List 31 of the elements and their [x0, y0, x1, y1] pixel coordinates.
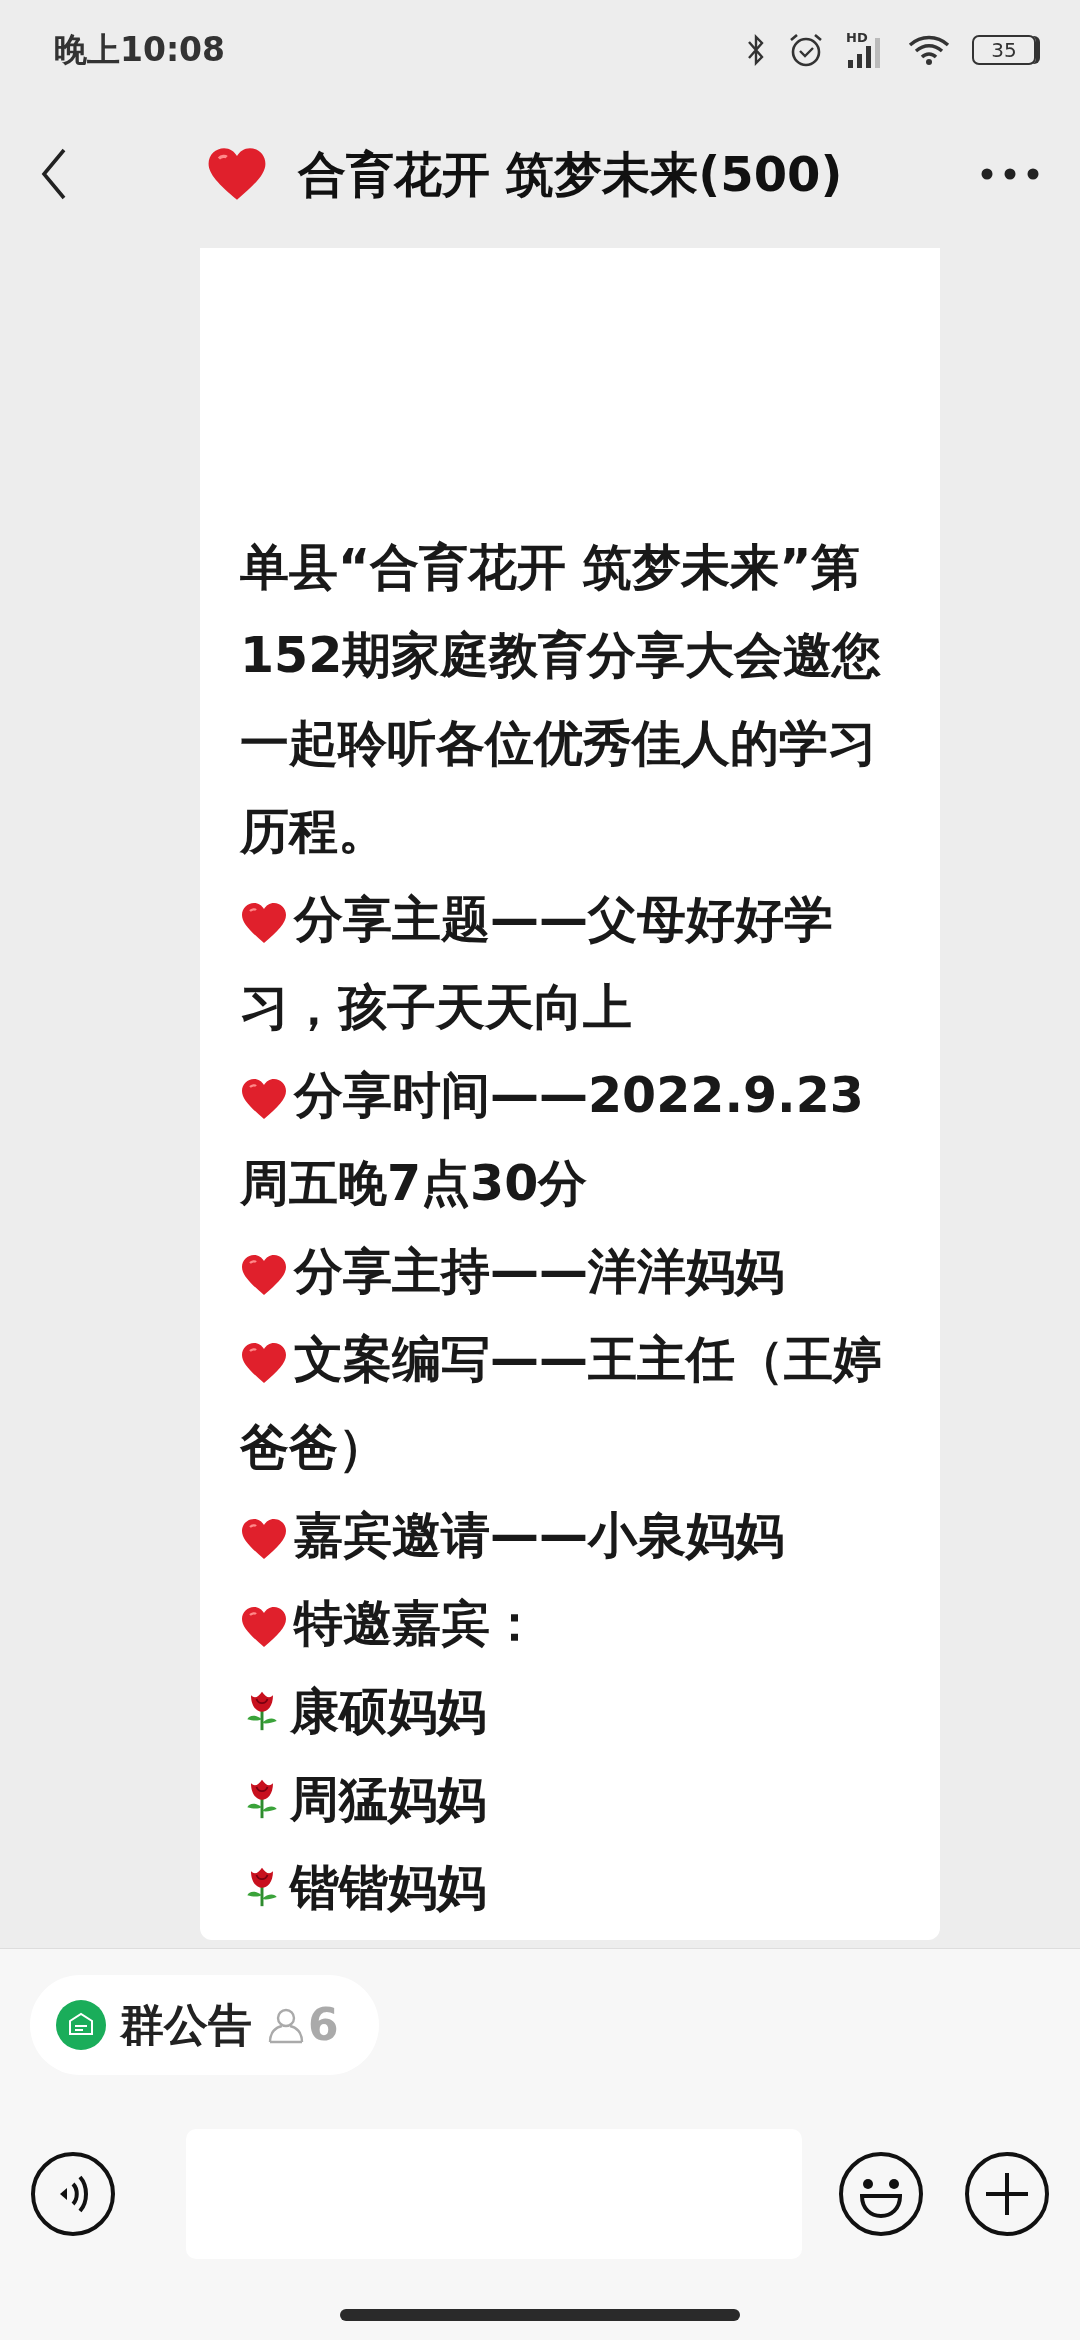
announcement-label: 群公告	[120, 1998, 252, 2052]
more-button[interactable]	[980, 167, 1040, 181]
emoji-button[interactable]	[838, 2151, 924, 2237]
heart-icon	[240, 900, 288, 946]
message-line: 嘉宾邀请——小泉妈妈	[240, 1492, 910, 1580]
heart-icon	[240, 1076, 288, 1122]
message-line: 分享主题——父母好好学习，孩子天天向上	[240, 890, 834, 1038]
bluetooth-icon	[746, 33, 766, 67]
reader-count: 6	[308, 1998, 339, 2052]
message-line: 锴锴妈妈	[240, 1844, 910, 1932]
voice-button[interactable]	[30, 2151, 116, 2237]
message-line: 文案编写——王主任（王婷爸爸）	[240, 1330, 883, 1478]
message-line: 分享时间——2022.9.23周五晚7点30分	[240, 1066, 865, 1214]
add-button[interactable]	[964, 2151, 1050, 2237]
message-line: 康硕妈妈	[240, 1668, 910, 1756]
heart-icon	[240, 1516, 288, 1562]
heart-icon	[240, 1252, 288, 1298]
network-label: HD	[846, 29, 868, 47]
chat-title: 合育花开 筑梦未来(500)	[297, 145, 843, 204]
alarm-icon	[788, 32, 824, 68]
message-line: 单县“合育花开 筑梦未来”第152期家庭教育分享大会邀您一起聆听各位优秀佳人的学习历程。	[240, 538, 883, 862]
heart-icon	[240, 1340, 288, 1386]
wifi-icon	[908, 34, 950, 66]
message-line: 分享主持——洋洋妈妈	[240, 1228, 910, 1316]
message-line: 特邀嘉宾：	[240, 1580, 910, 1668]
heart-icon	[240, 1604, 288, 1650]
status-time: 晚上10:08	[54, 29, 226, 72]
back-button[interactable]	[40, 147, 68, 201]
message-line: 周猛妈妈	[240, 1756, 910, 1844]
announcement-pill[interactable]: 群公告 6	[30, 1975, 379, 2075]
announcement-icon	[56, 2000, 106, 2050]
